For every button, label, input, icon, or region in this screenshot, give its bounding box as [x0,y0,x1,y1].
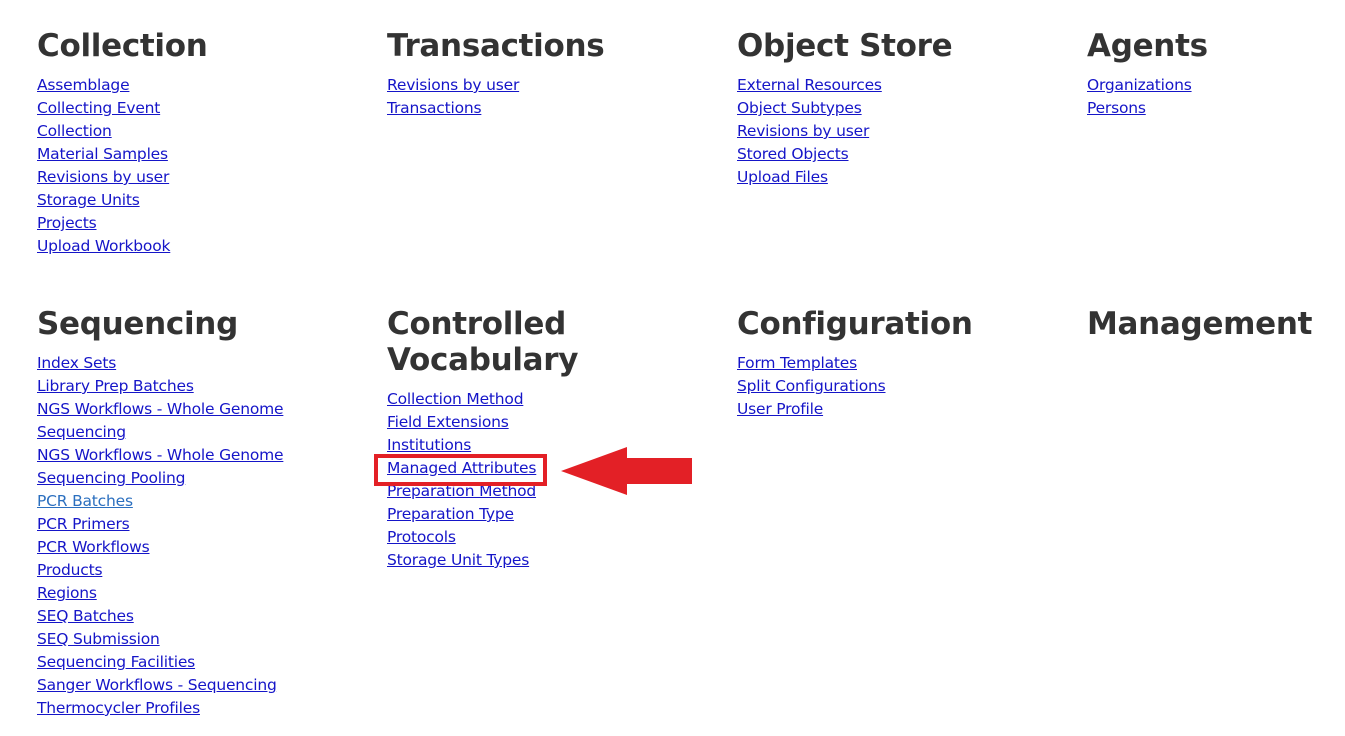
link-transactions[interactable]: Transactions [387,99,482,117]
link-stored-objects[interactable]: Stored Objects [737,145,849,163]
section-title-object-store: Object Store [737,28,953,64]
link-field-extensions[interactable]: Field Extensions [387,413,509,431]
link-collecting-event[interactable]: Collecting Event [37,99,160,117]
link-ngs-workflows-whole-genome-sequencing-pooling[interactable]: NGS Workflows - Whole Genome [37,446,284,464]
section-title-controlled-vocabulary: Controlled Vocabulary [387,306,737,378]
section-sequencing: Sequencing Index Sets Library Prep Batch… [37,306,387,720]
link-collection-method[interactable]: Collection Method [387,390,524,408]
link-user-profile[interactable]: User Profile [737,400,823,418]
link-projects[interactable]: Projects [37,214,97,232]
link-seq-submission[interactable]: SEQ Submission [37,630,160,648]
section-title-transactions: Transactions [387,28,605,64]
link-institutions[interactable]: Institutions [387,436,471,454]
link-upload-files[interactable]: Upload Files [737,168,828,186]
link-index-sets[interactable]: Index Sets [37,354,116,372]
link-persons[interactable]: Persons [1087,99,1146,117]
link-organizations[interactable]: Organizations [1087,76,1192,94]
link-library-prep-batches[interactable]: Library Prep Batches [37,377,194,395]
section-title-agents: Agents [1087,28,1208,64]
link-form-templates[interactable]: Form Templates [737,354,857,372]
navigation-grid: Collection Assemblage Collecting Event C… [37,28,1345,720]
section-object-store: Object Store External Resources Object S… [737,28,1087,306]
link-split-configurations[interactable]: Split Configurations [737,377,886,395]
link-thermocycler-profiles[interactable]: Thermocycler Profiles [37,699,200,717]
section-title-management: Management [1087,306,1313,342]
section-title-configuration: Configuration [737,306,973,342]
section-title-sequencing: Sequencing [37,306,238,342]
link-ngs-workflows-whole-genome-sequencing-pooling-cont[interactable]: Sequencing Pooling [37,469,185,487]
title-line-1: Controlled [387,306,566,342]
section-controlled-vocabulary: Controlled Vocabulary Collection Method F… [387,306,737,720]
link-seq-batches[interactable]: SEQ Batches [37,607,134,625]
link-products[interactable]: Products [37,561,103,579]
section-agents: Agents Organizations Persons [1087,28,1345,306]
title-line-2: Vocabulary [387,342,579,378]
section-collection: Collection Assemblage Collecting Event C… [37,28,387,306]
link-protocols[interactable]: Protocols [387,528,456,546]
link-assemblage[interactable]: Assemblage [37,76,130,94]
link-regions[interactable]: Regions [37,584,97,602]
link-pcr-workflows[interactable]: PCR Workflows [37,538,150,556]
link-sequencing-facilities[interactable]: Sequencing Facilities [37,653,195,671]
link-storage-units[interactable]: Storage Units [37,191,140,209]
link-ngs-workflows-whole-genome-sequencing[interactable]: NGS Workflows - Whole Genome [37,400,284,418]
link-collection[interactable]: Collection [37,122,112,140]
link-revisions-by-user[interactable]: Revisions by user [387,76,519,94]
link-ngs-workflows-whole-genome-sequencing-cont[interactable]: Sequencing [37,423,126,441]
section-transactions: Transactions Revisions by user Transacti… [387,28,737,306]
link-object-subtypes[interactable]: Object Subtypes [737,99,862,117]
link-storage-unit-types[interactable]: Storage Unit Types [387,551,529,569]
link-material-samples[interactable]: Material Samples [37,145,168,163]
link-sanger-workflows-sequencing[interactable]: Sanger Workflows - Sequencing [37,676,277,694]
section-configuration: Configuration Form Templates Split Confi… [737,306,1087,720]
link-preparation-type[interactable]: Preparation Type [387,505,514,523]
link-pcr-batches[interactable]: PCR Batches [37,492,133,510]
link-revisions-by-user[interactable]: Revisions by user [37,168,169,186]
section-title-collection: Collection [37,28,208,64]
link-upload-workbook[interactable]: Upload Workbook [37,237,170,255]
link-external-resources[interactable]: External Resources [737,76,882,94]
annotation-arrow-icon [561,447,692,495]
annotation-highlight-box [374,454,547,486]
section-management: Management [1087,306,1345,720]
link-revisions-by-user[interactable]: Revisions by user [737,122,869,140]
link-pcr-primers[interactable]: PCR Primers [37,515,130,533]
